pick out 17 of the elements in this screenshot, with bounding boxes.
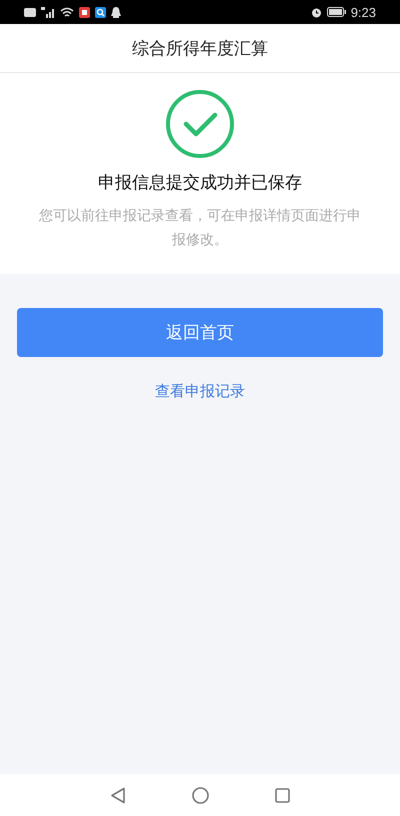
result-message: 您可以前往申报记录查看，可在申报详情页面进行申报修改。 — [38, 207, 362, 250]
result-title: 申报信息提交成功并已保存 — [98, 172, 302, 194]
alarm-icon — [310, 6, 322, 18]
recents-icon[interactable] — [275, 788, 290, 802]
home-button[interactable]: 返回首页 — [17, 308, 383, 357]
wifi-icon — [60, 6, 74, 18]
home-icon[interactable] — [192, 786, 209, 804]
back-icon[interactable] — [110, 786, 126, 804]
penguin-icon — [111, 6, 121, 18]
battery-icon — [326, 7, 346, 17]
signal-icon — [41, 6, 55, 18]
search-icon — [95, 6, 106, 18]
clock-time: 9:23 — [350, 4, 376, 20]
records-link[interactable]: 查看申报记录 — [155, 382, 245, 401]
success-check-icon — [165, 89, 235, 159]
app-icon — [79, 6, 90, 18]
page-title: 综合所得年度汇算 — [132, 38, 268, 60]
